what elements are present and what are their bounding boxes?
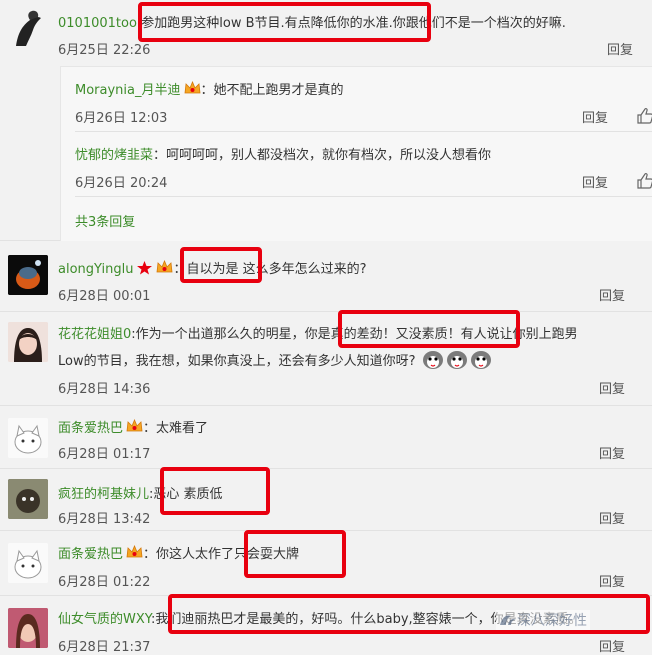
comment-item: 面条爱热巴 ：太难看了 6月28日 01:17 回复 xyxy=(0,406,652,469)
comment-text: Low的节目，我在想，如果你真没上，还会有多少人知道你呀? xyxy=(58,354,416,369)
sub-reply-text-line: 忧郁的烤韭菜：呵呵呵呵，别人都没档次，就你有档次，所以没人想看你 xyxy=(75,148,492,163)
timestamp: 6月26日 20:24 xyxy=(75,176,168,191)
sub-replies: Moraynia_月半迪 ：她不配上跑男才是真的 6月26日 12:03 回复 忧… xyxy=(60,66,652,241)
comment-item: 疯狂的柯基妹儿:恶心 素质低 6月28日 13:42 回复 xyxy=(0,469,652,531)
highlight-box xyxy=(138,2,431,42)
thumbs-up-icon[interactable] xyxy=(636,107,652,125)
username[interactable]: 疯狂的柯基妹儿 xyxy=(58,487,149,502)
avatar[interactable] xyxy=(8,255,48,295)
username[interactable]: 仙女气质的WXY xyxy=(58,612,151,627)
reply-button[interactable]: 回复 xyxy=(582,107,608,126)
sub-reply-text-line: Moraynia_月半迪 ：她不配上跑男才是真的 xyxy=(75,80,344,98)
highlight-box xyxy=(244,530,346,578)
emoji-icon xyxy=(446,350,468,370)
avatar[interactable] xyxy=(8,543,48,583)
highlight-box xyxy=(160,467,270,515)
avatar[interactable] xyxy=(8,479,48,519)
reply-button[interactable]: 回复 xyxy=(599,378,625,397)
username[interactable]: alongYinglu xyxy=(58,262,133,277)
avatar[interactable] xyxy=(8,8,48,48)
timestamp: 6月28日 01:17 xyxy=(58,447,151,462)
timestamp: 6月25日 22:26 xyxy=(58,43,151,58)
reply-button[interactable]: 回复 xyxy=(599,443,625,462)
reply-button[interactable]: 回复 xyxy=(599,508,625,527)
username[interactable]: Moraynia_月半迪 xyxy=(75,83,181,98)
reply-button[interactable]: 回复 xyxy=(599,571,625,590)
highlight-box xyxy=(180,247,262,283)
username[interactable]: 忧郁的烤韭菜 xyxy=(75,148,153,163)
divider xyxy=(75,131,652,132)
username[interactable]: 0101001too xyxy=(58,16,137,31)
highlight-box xyxy=(338,310,520,348)
vip-crown-icon xyxy=(136,260,153,275)
avatar[interactable] xyxy=(8,322,48,362)
watermark-logo-icon xyxy=(499,613,517,627)
vip-crown-icon xyxy=(156,259,173,275)
divider xyxy=(75,196,652,197)
emoji-icon xyxy=(470,350,492,370)
reply-button[interactable]: 回复 xyxy=(582,172,608,191)
reply-button[interactable]: 回复 xyxy=(599,285,625,304)
comment-text-line: Low的节目，我在想，如果你真没上，还会有多少人知道你呀? xyxy=(58,350,492,370)
vip-crown-icon xyxy=(126,544,143,560)
timestamp: 6月28日 01:22 xyxy=(58,575,151,590)
vip-crown-icon xyxy=(126,418,143,434)
username[interactable]: 面条爱热巴 xyxy=(58,421,123,436)
comment-item: alongYinglu ：自以为是 这么多年怎么过来的? 6月28日 00:01 … xyxy=(0,241,652,312)
reply-button[interactable]: 回复 xyxy=(599,636,625,655)
watermark: 深八深好性 xyxy=(496,610,590,630)
timestamp: 6月28日 13:42 xyxy=(58,512,151,527)
sub-reply-text: 呵呵呵呵，别人都没档次，就你有档次，所以没人想看你 xyxy=(166,148,492,163)
timestamp: 6月28日 14:36 xyxy=(58,382,151,397)
comment-text-line: 面条爱热巴 ：太难看了 xyxy=(58,418,209,436)
username[interactable]: 面条爱热巴 xyxy=(58,547,123,562)
vip-crown-icon xyxy=(184,80,201,96)
avatar[interactable] xyxy=(8,418,48,458)
comment-item: 花花花姐姐0:作为一个出道那么久的明星，你是真的差劲！又没素质！有人说让你别上跑… xyxy=(0,312,652,406)
timestamp: 6月28日 21:37 xyxy=(58,640,151,655)
avatar[interactable] xyxy=(8,608,48,648)
thumbs-up-icon[interactable] xyxy=(636,172,652,190)
emoji-icon xyxy=(422,350,444,370)
comment-text: 太难看了 xyxy=(156,421,209,436)
username[interactable]: 花花花姐姐0 xyxy=(58,327,131,342)
timestamp: 6月28日 00:01 xyxy=(58,289,151,304)
more-replies-link[interactable]: 共3条回复 xyxy=(75,211,135,230)
timestamp: 6月26日 12:03 xyxy=(75,111,168,126)
sub-reply-text: 她不配上跑男才是真的 xyxy=(213,83,344,98)
reply-button[interactable]: 回复 xyxy=(607,39,633,58)
